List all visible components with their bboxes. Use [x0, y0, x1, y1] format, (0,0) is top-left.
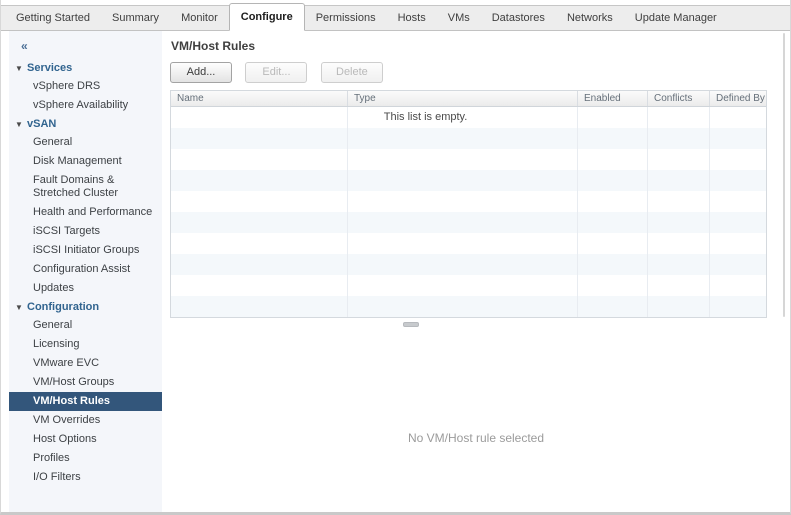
- section-label: Configuration: [27, 301, 100, 313]
- splitter-drag-handle[interactable]: [403, 322, 419, 327]
- chevron-down-icon: ▼: [15, 119, 23, 129]
- sidebar-item-vm-host-groups[interactable]: VM/Host Groups: [9, 373, 162, 392]
- vertical-scrollbar[interactable]: [783, 33, 785, 317]
- sidebar-item-health-and-performance[interactable]: Health and Performance: [9, 203, 162, 222]
- table-row: [171, 191, 766, 212]
- column-header-enabled[interactable]: Enabled: [578, 91, 648, 106]
- sidebar-item-vmware-evc[interactable]: VMware EVC: [9, 354, 162, 373]
- content-area: « ▼ Services vSphere DRS vSphere Availab…: [1, 31, 790, 512]
- sidebar-item-configuration-assist[interactable]: Configuration Assist: [9, 260, 162, 279]
- chevron-down-icon: ▼: [15, 63, 23, 73]
- table-row: [171, 254, 766, 275]
- sidebar-item-iscsi-targets[interactable]: iSCSI Targets: [9, 222, 162, 241]
- tab-bar: Getting Started Summary Monitor Configur…: [1, 3, 790, 31]
- sidebar-item-vsphere-drs[interactable]: vSphere DRS: [9, 77, 162, 96]
- sidebar-item-fault-domains-stretched-cluster[interactable]: Fault Domains & Stretched Cluster: [9, 171, 162, 203]
- tab-update-manager[interactable]: Update Manager: [624, 6, 728, 30]
- sidebar-item-vsan-general[interactable]: General: [9, 133, 162, 152]
- sidebar-section-vsan[interactable]: ▼ vSAN: [9, 115, 162, 133]
- sidebar-item-config-general[interactable]: General: [9, 316, 162, 335]
- column-header-conflicts[interactable]: Conflicts: [648, 91, 710, 106]
- empty-list-message: This list is empty.: [383, 111, 468, 123]
- section-label: Services: [27, 62, 73, 74]
- sidebar-item-licensing[interactable]: Licensing: [9, 335, 162, 354]
- table-row: [171, 128, 766, 149]
- vm-host-rules-panel: VM/Host Rules Add... Edit... Delete Name…: [162, 31, 790, 512]
- tab-monitor[interactable]: Monitor: [170, 6, 229, 30]
- table-row: [171, 296, 766, 317]
- sidebar-item-disk-management[interactable]: Disk Management: [9, 152, 162, 171]
- no-rule-selected-message: No VM/Host rule selected: [407, 431, 545, 445]
- table-row: [171, 233, 766, 254]
- table-row: [171, 170, 766, 191]
- page-title: VM/Host Rules: [171, 39, 256, 53]
- delete-rule-button[interactable]: Delete: [320, 62, 383, 83]
- tab-configure[interactable]: Configure: [228, 3, 305, 31]
- table-row: [171, 275, 766, 296]
- tab-vms[interactable]: VMs: [437, 6, 481, 30]
- tab-hosts[interactable]: Hosts: [387, 6, 437, 30]
- collapse-sidebar-button[interactable]: «: [9, 37, 162, 59]
- sidebar-item-host-options[interactable]: Host Options: [9, 430, 162, 449]
- sidebar-item-iscsi-initiator-groups[interactable]: iSCSI Initiator Groups: [9, 241, 162, 260]
- column-header-name[interactable]: Name: [171, 91, 348, 106]
- add-rule-button[interactable]: Add...: [170, 62, 232, 83]
- tab-datastores[interactable]: Datastores: [481, 6, 556, 30]
- sidebar-section-configuration[interactable]: ▼ Configuration: [9, 298, 162, 316]
- configure-sidebar: « ▼ Services vSphere DRS vSphere Availab…: [9, 31, 162, 512]
- vsphere-client-window: Getting Started Summary Monitor Configur…: [0, 0, 791, 515]
- tab-networks[interactable]: Networks: [556, 6, 624, 30]
- sidebar-item-vsphere-availability[interactable]: vSphere Availability: [9, 96, 162, 115]
- tab-getting-started[interactable]: Getting Started: [5, 6, 101, 30]
- sidebar-item-profiles[interactable]: Profiles: [9, 449, 162, 468]
- table-row: [171, 212, 766, 233]
- sidebar-section-services[interactable]: ▼ Services: [9, 59, 162, 77]
- section-label: vSAN: [27, 118, 57, 130]
- tab-summary[interactable]: Summary: [101, 6, 170, 30]
- column-header-type[interactable]: Type: [348, 91, 578, 106]
- sidebar-item-io-filters[interactable]: I/O Filters: [9, 468, 162, 487]
- sidebar-item-vm-overrides[interactable]: VM Overrides: [9, 411, 162, 430]
- tab-permissions[interactable]: Permissions: [305, 6, 387, 30]
- sidebar-item-updates[interactable]: Updates: [9, 279, 162, 298]
- sidebar-item-vm-host-rules[interactable]: VM/Host Rules: [9, 392, 162, 411]
- table-header-row: Name Type Enabled Conflicts Defined By: [171, 91, 766, 107]
- edit-rule-button[interactable]: Edit...: [245, 62, 308, 83]
- rules-toolbar: Add... Edit... Delete: [170, 62, 780, 83]
- table-row: [171, 149, 766, 170]
- chevron-down-icon: ▼: [15, 302, 23, 312]
- column-header-defined-by[interactable]: Defined By: [710, 91, 766, 106]
- rules-table: Name Type Enabled Conflicts Defined By T…: [170, 90, 767, 318]
- table-body: This list is empty.: [171, 107, 766, 317]
